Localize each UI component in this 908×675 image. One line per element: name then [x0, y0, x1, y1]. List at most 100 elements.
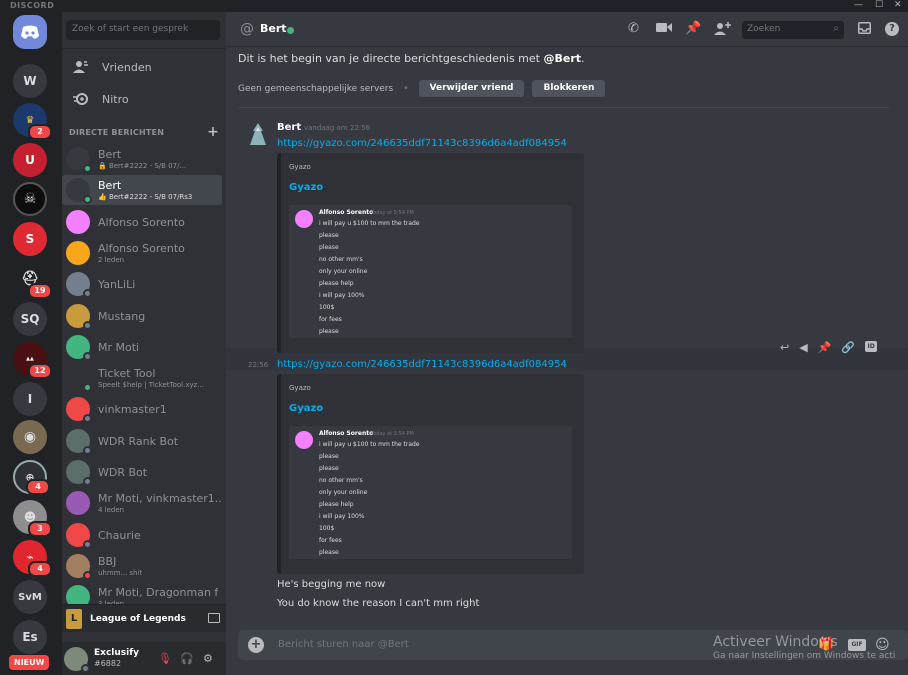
maximize-button[interactable]: ☐	[875, 0, 883, 11]
tag-icon[interactable]: ◀	[799, 341, 807, 354]
avatar	[66, 335, 92, 361]
link-embed: Gyazo Gyazo Alfonso Sorento Today at 3:5…	[277, 374, 584, 574]
sidebar-item-label: Vrienden	[102, 60, 152, 74]
dm-text: BBJ uhmm... shit	[98, 555, 142, 578]
dm-item[interactable]: WDR Rank Bot	[62, 426, 222, 456]
dm-text: Mustang	[98, 310, 145, 323]
header-search-input[interactable]: Zoeken ⌕	[742, 21, 844, 39]
avatar[interactable]	[64, 646, 90, 673]
dm-item[interactable]: BBJ uhmm... shit	[62, 551, 222, 581]
upload-plus-icon[interactable]: +	[248, 637, 264, 653]
history-divider	[238, 107, 890, 108]
screenshot-line: 100$	[319, 304, 335, 311]
video-icon[interactable]	[656, 22, 672, 37]
settings-gear-icon[interactable]: ⚙	[203, 652, 213, 665]
server-icon[interactable]: ◉	[13, 420, 47, 454]
server-icon[interactable]: U	[13, 143, 47, 177]
dm-item[interactable]: Mr Moti	[62, 332, 222, 362]
status-indicator	[83, 446, 92, 455]
dm-subtext: Speelt $help | TicketTool.xyz...	[98, 380, 204, 389]
screenshot-line: for fees	[319, 537, 342, 544]
dm-item[interactable]: Alfonso Sorento	[62, 207, 222, 237]
screenshot-line: please	[319, 465, 339, 472]
message-link[interactable]: https://gyazo.com/246635ddf71143c8396d6a…	[277, 138, 567, 149]
server-icon[interactable]: ☻ 3	[13, 500, 52, 537]
screenshot-line: no other mm's	[319, 477, 363, 484]
dm-item[interactable]: YanLiLi	[62, 269, 222, 299]
embed-title[interactable]: Gyazo	[289, 403, 323, 414]
separator-dot: •	[403, 83, 409, 94]
avatar	[66, 523, 92, 549]
mute-icon[interactable]: 🎙	[158, 652, 172, 665]
server-w[interactable]: W	[13, 64, 47, 98]
dm-item[interactable]: Ticket Tool Speelt $help | TicketTool.xyz…	[62, 363, 222, 393]
message-link[interactable]: https://gyazo.com/246635ddf71143c8396d6a…	[277, 359, 567, 370]
reply-icon[interactable]: ↩	[780, 341, 789, 354]
status-indicator	[83, 571, 92, 580]
pin-message-icon[interactable]: 📌	[818, 341, 832, 354]
dm-item[interactable]: WDR Bot	[62, 457, 222, 487]
avatar	[66, 429, 92, 455]
copy-link-icon[interactable]: 🔗	[841, 341, 855, 354]
deafen-icon[interactable]: 🎧	[180, 652, 194, 665]
avatar	[66, 178, 92, 204]
home-button[interactable]	[13, 15, 47, 49]
app-brand: DISCORD	[10, 1, 55, 10]
sidebar-item-friends[interactable]: Vrienden	[66, 54, 222, 80]
server-icon[interactable]: ▲▲ 12	[13, 342, 52, 379]
inbox-icon[interactable]	[858, 22, 871, 38]
minimize-button[interactable]: —	[854, 0, 863, 11]
dm-text: YanLiLi	[98, 278, 135, 291]
no-shared-servers: Geen gemeenschappelijke servers	[238, 83, 394, 94]
block-button[interactable]: Blokkeren	[532, 80, 606, 97]
create-dm-icon[interactable]: +	[207, 125, 219, 139]
dm-item[interactable]: Chaurie	[62, 520, 222, 550]
dm-name: Bert	[98, 178, 122, 192]
message-input[interactable]: Bericht sturen naar @Bert	[278, 639, 409, 650]
dm-item[interactable]: Mustang	[62, 301, 222, 331]
server-sq[interactable]: SQ	[13, 302, 47, 336]
dm-section-title: DIRECTE BERICHTEN	[69, 128, 165, 137]
copy-id-icon[interactable]: ID	[865, 341, 878, 352]
dm-name: Alfonso Sorento	[98, 215, 185, 229]
search-placeholder: Zoeken	[747, 24, 781, 34]
dm-item[interactable]: Bert 👍 Bert#2222 - S/B 07/Rs3	[62, 175, 222, 205]
server-icon[interactable]: ⊕ 4	[13, 460, 50, 495]
server-svm[interactable]: SvM	[13, 580, 47, 614]
sidebar-item-nitro[interactable]: Nitro	[66, 86, 222, 112]
avatar	[66, 460, 92, 486]
screenshot-line: please	[319, 549, 339, 556]
pin-icon[interactable]: 📌	[685, 22, 701, 36]
server-icon[interactable]: S	[13, 222, 47, 256]
chat-title: Bert	[260, 22, 287, 35]
embed-title[interactable]: Gyazo	[289, 182, 323, 193]
message-author[interactable]: Bert	[277, 122, 301, 133]
server-i[interactable]: I	[13, 382, 47, 416]
embed-image[interactable]: Alfonso Sorento Today at 3:54 PM i will …	[289, 205, 572, 338]
dm-item[interactable]: Bert 🔒 Bert#2222 - S/B 07/...	[62, 144, 222, 174]
screen-share-icon[interactable]	[208, 613, 220, 623]
screenshot-line: only your online	[319, 489, 368, 496]
screenshot-line: only your online	[319, 268, 368, 275]
server-icon[interactable]: ☠	[13, 182, 47, 216]
help-icon[interactable]: ?	[885, 22, 899, 36]
dm-search-input[interactable]: Zoek of start een gesprek	[66, 20, 220, 40]
embed-image[interactable]: Alfonso Sorento Today at 3:54 PM i will …	[289, 426, 572, 559]
unread-badge: 3	[28, 521, 52, 537]
close-button[interactable]: ✕	[894, 0, 902, 11]
dm-item[interactable]: vinkmaster1	[62, 394, 222, 424]
unread-badge: 2	[28, 124, 52, 140]
server-icon[interactable]: ♛ 2	[13, 103, 52, 140]
dm-item[interactable]: Alfonso Sorento 2 leden	[62, 238, 222, 268]
avatar[interactable]	[244, 120, 272, 148]
dm-text: Alfonso Sorento 2 leden	[98, 242, 185, 265]
server-icon[interactable]: ⛑ 19	[13, 262, 52, 299]
dm-text: Bert 👍 Bert#2222 - S/B 07/Rs3	[98, 179, 192, 202]
server-es[interactable]: Es	[13, 620, 47, 654]
server-icon[interactable]: ⌁ 4	[13, 540, 52, 577]
dm-item[interactable]: Mr Moti, vinkmaster1... 4 leden	[62, 488, 222, 518]
add-friend-icon[interactable]	[714, 22, 731, 39]
call-icon[interactable]: ✆	[628, 22, 639, 36]
dm-name: Alfonso Sorento	[98, 241, 185, 255]
remove-friend-button[interactable]: Verwijder vriend	[418, 80, 525, 97]
